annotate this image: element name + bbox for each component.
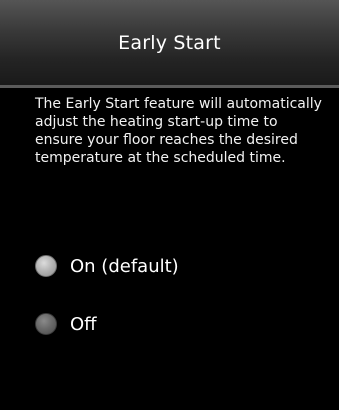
option-on-label: On (default): [70, 255, 179, 277]
early-start-options: On (default) Off: [35, 250, 325, 366]
early-start-screen: Early Start The Early Start feature will…: [0, 0, 339, 410]
header-bar: Early Start: [0, 0, 339, 88]
radio-off-icon[interactable]: [35, 313, 57, 335]
radio-on-icon[interactable]: [35, 255, 57, 277]
option-off-label: Off: [70, 313, 97, 335]
feature-description: The Early Start feature will automatical…: [35, 96, 322, 166]
option-on-default[interactable]: On (default): [35, 250, 325, 282]
option-off[interactable]: Off: [35, 308, 325, 340]
page-title: Early Start: [118, 31, 221, 54]
